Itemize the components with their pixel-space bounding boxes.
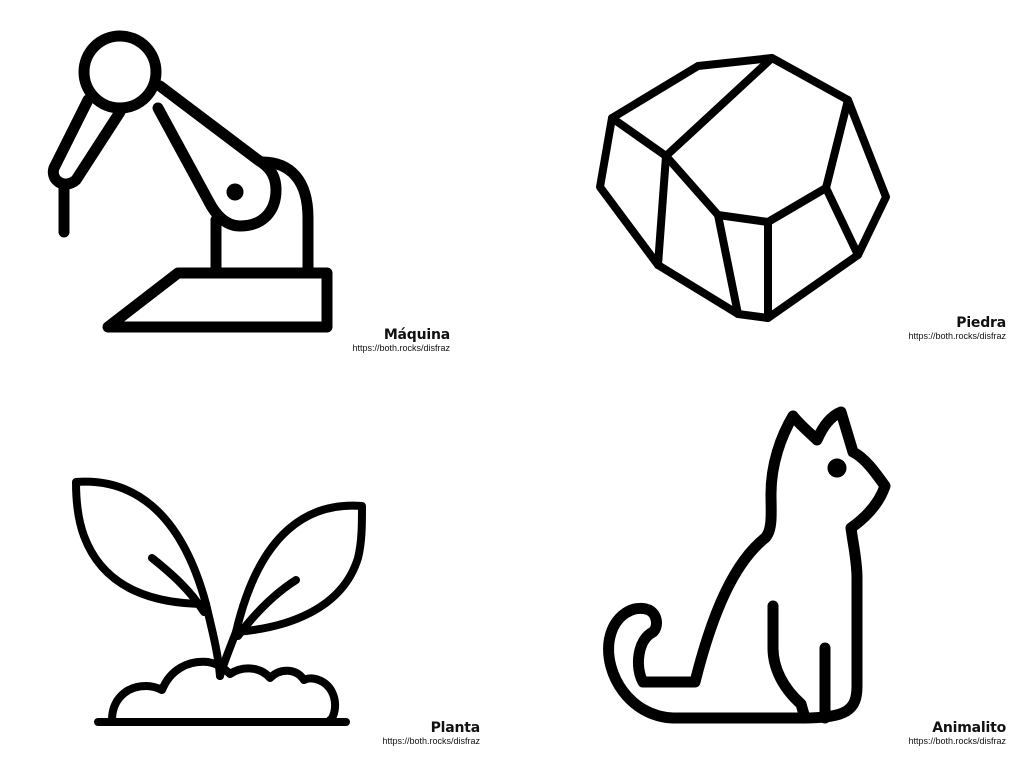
caption-machine: Máquina https://both.rocks/disfraz xyxy=(352,327,450,354)
cat-icon xyxy=(595,400,895,730)
caption-label: Animalito xyxy=(932,720,1006,736)
caption-cat: Animalito https://both.rocks/disfraz xyxy=(908,720,1006,747)
caption-url[interactable]: https://both.rocks/disfraz xyxy=(908,331,1006,342)
caption-label: Piedra xyxy=(956,315,1006,331)
caption-plant: Planta https://both.rocks/disfraz xyxy=(382,720,480,747)
stone-icon xyxy=(590,45,900,330)
caption-stone: Piedra https://both.rocks/disfraz xyxy=(908,315,1006,342)
caption-url[interactable]: https://both.rocks/disfraz xyxy=(382,736,480,747)
caption-url[interactable]: https://both.rocks/disfraz xyxy=(352,343,450,354)
caption-url[interactable]: https://both.rocks/disfraz xyxy=(908,736,1006,747)
caption-label: Planta xyxy=(430,720,481,736)
caption-label: Máquina xyxy=(383,327,450,343)
sprout-icon xyxy=(60,470,366,730)
robotic-arm-icon xyxy=(40,20,340,340)
